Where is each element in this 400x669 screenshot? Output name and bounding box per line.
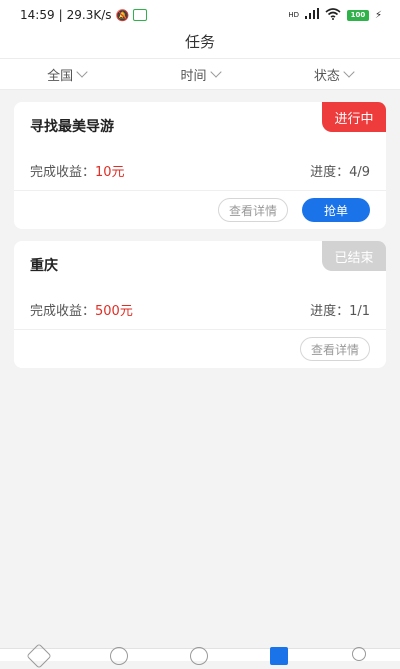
- grab-order-button[interactable]: 抢单: [301, 198, 370, 222]
- task-actions: 查看详情 抢单: [14, 190, 386, 229]
- signal-icon: [304, 8, 319, 22]
- reward-label: 完成收益：: [30, 303, 96, 319]
- view-details-button[interactable]: 查看详情: [217, 198, 288, 222]
- filter-status-label: 状态: [313, 68, 340, 84]
- reward-value: 10元: [95, 164, 125, 180]
- chevron-down-icon: [209, 66, 222, 78]
- battery-icon: 100: [346, 9, 369, 21]
- task-list: 进行中 寻找最美导游 完成收益：10元 进度：4/9 查看详情 抢单 已结束 重…: [0, 90, 400, 368]
- progress-label: 进度：: [310, 303, 350, 319]
- progress: 进度：1/1: [310, 300, 370, 319]
- filter-time-label: 时间: [180, 68, 207, 84]
- circle-icon[interactable]: [190, 647, 208, 665]
- task-actions: 查看详情: [14, 329, 386, 368]
- page-title: 任务: [0, 30, 400, 58]
- status-time: 14:59: [20, 8, 55, 22]
- task-info-row: 完成收益：500元 进度：1/1: [14, 289, 386, 329]
- reward: 完成收益：500元: [30, 300, 133, 319]
- status-right: HD 100 ⚡: [288, 7, 382, 23]
- filter-status[interactable]: 状态: [267, 59, 400, 89]
- progress-label: 进度：: [310, 164, 350, 180]
- reward: 完成收益：10元: [30, 161, 125, 180]
- status-separator: |: [58, 8, 63, 22]
- network-speed: 29.3K/s: [66, 8, 112, 22]
- wifi-icon: [325, 7, 341, 23]
- task-card[interactable]: 已结束 重庆 完成收益：500元 进度：1/1 查看详情: [14, 241, 386, 368]
- compass-icon[interactable]: [110, 647, 128, 665]
- bell-off-icon: 🔕: [115, 8, 130, 22]
- task-icon[interactable]: [270, 647, 288, 665]
- home-icon[interactable]: [26, 643, 52, 669]
- filter-region-label: 全国: [47, 68, 74, 84]
- progress: 进度：4/9: [310, 161, 370, 180]
- bottom-tab-bar: [0, 643, 400, 669]
- filter-region[interactable]: 全国: [0, 59, 133, 89]
- filter-bar: 全国 时间 状态: [0, 58, 400, 90]
- profile-icon[interactable]: [352, 647, 366, 661]
- status-left: 14:59 | 29.3K/s 🔕: [20, 8, 148, 22]
- status-badge: 进行中: [322, 102, 386, 132]
- reward-label: 完成收益：: [30, 164, 96, 180]
- app-notification-icon: [133, 9, 148, 21]
- reward-value: 500元: [95, 303, 133, 319]
- hd-label: HD: [288, 11, 299, 19]
- chevron-down-icon: [343, 66, 355, 78]
- filter-time[interactable]: 时间: [133, 59, 266, 89]
- status-bar: 14:59 | 29.3K/s 🔕 HD 100 ⚡: [0, 0, 400, 30]
- chevron-down-icon: [76, 66, 88, 78]
- task-info-row: 完成收益：10元 进度：4/9: [14, 150, 386, 190]
- progress-value: 1/1: [349, 303, 370, 319]
- charging-icon: ⚡: [374, 9, 382, 21]
- status-badge: 已结束: [322, 241, 386, 271]
- task-card[interactable]: 进行中 寻找最美导游 完成收益：10元 进度：4/9 查看详情 抢单: [14, 102, 386, 229]
- progress-value: 4/9: [349, 164, 370, 180]
- view-details-button[interactable]: 查看详情: [299, 337, 370, 361]
